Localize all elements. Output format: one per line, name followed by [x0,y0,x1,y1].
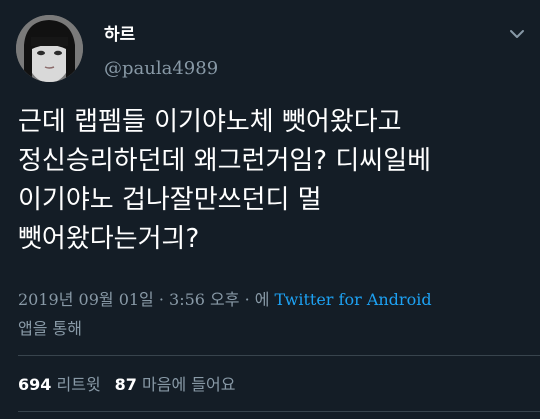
retweets-stat[interactable]: 694 리트윗 [18,375,101,394]
likes-count: 87 [114,375,137,394]
tweet-card: 하르 @paula4989 근데 랩펨들 이기야노체 뺏어왔다고 정신승리하던데… [0,0,540,419]
divider [18,355,540,356]
divider [18,411,540,412]
source-link[interactable]: Twitter for Android [275,290,432,309]
user-handle[interactable]: @paula4989 [104,58,218,80]
avatar[interactable] [16,15,83,82]
timestamp[interactable]: 2019년 09월 01일 · 3:56 오후 · 에 [18,290,275,309]
avatar-photo-icon [16,15,83,82]
retweets-label: 리트윗 [56,375,101,394]
tweet-metadata: 2019년 09월 01일 · 3:56 오후 · 에 Twitter for … [18,285,523,343]
engagement-stats: 694 리트윗 87 마음에 들어요 [18,374,235,396]
chevron-down-icon[interactable] [507,24,527,44]
likes-label: 마음에 들어요 [142,375,236,394]
tweet-text: 근데 랩펨들 이기야노체 뺏어왔다고 정신승리하던데 왜그런거임? 디씨일베 이… [18,107,432,254]
likes-stat[interactable]: 87 마음에 들어요 [115,375,236,394]
source-suffix: 앱을 통해 [18,319,82,338]
display-name[interactable]: 하르 [104,25,135,45]
retweets-count: 694 [18,375,52,394]
